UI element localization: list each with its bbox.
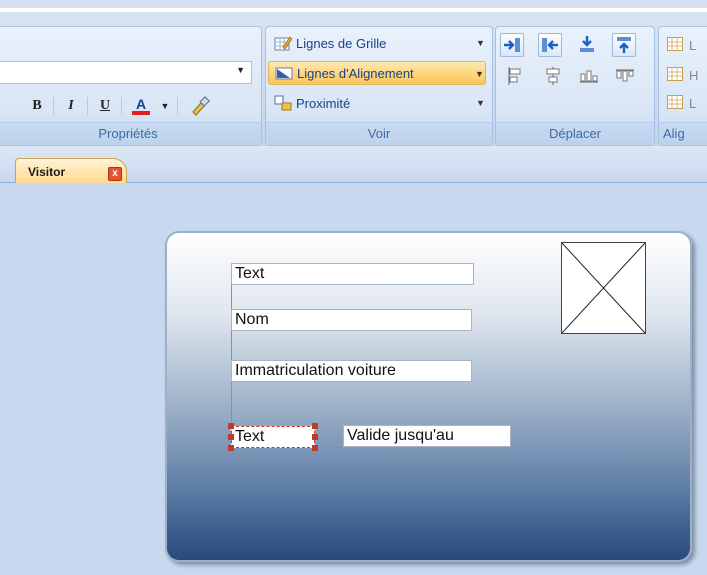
font-color-dropdown[interactable]: ▼ (157, 95, 173, 117)
tab-visitor-label: Visitor (28, 165, 66, 179)
ribbon-top-strip (0, 0, 707, 8)
format-painter-icon[interactable] (185, 95, 215, 117)
ribbon: ▼ B I U A ▼ Propriétés Lignes de Grille … (0, 0, 707, 147)
chevron-down-icon[interactable]: ▼ (236, 65, 245, 75)
chevron-down-icon[interactable]: ▼ (476, 38, 485, 48)
bold-button[interactable]: B (25, 95, 49, 117)
align-item-2[interactable]: H (667, 63, 698, 87)
table-icon (667, 95, 685, 111)
move-right-icon[interactable] (500, 33, 524, 57)
font-combo[interactable]: ▼ (0, 61, 252, 84)
license-plate-field[interactable]: Immatriculation voiture (231, 360, 472, 382)
align-item-3-label: L (689, 95, 697, 111)
image-placeholder-icon (561, 242, 646, 334)
text-field-top[interactable]: Text (231, 263, 474, 285)
distribute-bottom-icon[interactable] (578, 65, 600, 87)
font-color-button[interactable]: A (127, 95, 155, 117)
name-field[interactable]: Nom (231, 309, 472, 331)
alignment-lines-icon (275, 65, 293, 81)
group-label-properties: Propriétés (0, 122, 261, 145)
grid-lines-icon (274, 35, 293, 51)
italic-button[interactable]: I (59, 95, 83, 117)
separator (87, 97, 88, 115)
align-item-2-label: H (689, 67, 699, 83)
align-center-icon[interactable] (542, 65, 564, 87)
chevron-down-icon[interactable]: ▼ (476, 98, 485, 108)
selection-handle[interactable] (228, 423, 234, 429)
separator (121, 97, 122, 115)
proximity-label: Proximité (296, 95, 351, 111)
group-properties: ▼ B I U A ▼ Propriétés (0, 26, 262, 146)
photo-placeholder[interactable] (561, 242, 646, 334)
distribute-top-icon[interactable] (614, 65, 636, 87)
group-label-view: Voir (266, 122, 492, 145)
alignment-guide-horizontal (315, 447, 345, 448)
group-label-align: Alig (659, 122, 707, 145)
group-label-move: Déplacer (496, 122, 654, 145)
align-item-3[interactable]: L (667, 91, 696, 115)
font-color-letter: A (135, 96, 147, 112)
align-item-1-label: L (689, 37, 697, 53)
grid-lines-label: Lignes de Grille (296, 35, 387, 51)
tab-visitor[interactable]: Visitor x (15, 158, 127, 184)
chevron-down-icon[interactable]: ▼ (475, 69, 484, 79)
proximity-icon (274, 95, 292, 111)
separator (177, 97, 178, 115)
group-move: Déplacer (495, 26, 655, 146)
group-view: Lignes de Grille ▼ Lignes d'Alignement ▼… (265, 26, 493, 146)
move-down-icon[interactable] (576, 33, 598, 55)
alignment-lines-toggle[interactable]: Lignes d'Alignement ▼ (268, 61, 486, 85)
font-color-bar-icon (132, 111, 150, 115)
selection-handle[interactable] (312, 434, 318, 440)
separator (53, 97, 54, 115)
alignment-lines-label: Lignes d'Alignement (297, 65, 414, 81)
proximity-toggle[interactable]: Proximité ▼ (274, 91, 485, 115)
align-item-1[interactable]: L (667, 33, 696, 57)
move-left-icon[interactable] (538, 33, 562, 57)
move-up-icon[interactable] (612, 33, 636, 57)
selection-handle[interactable] (312, 423, 318, 429)
text-field-bottom[interactable]: Text (231, 426, 315, 448)
grid-lines-toggle[interactable]: Lignes de Grille ▼ (274, 31, 485, 55)
valid-until-field[interactable]: Valide jusqu'au (343, 425, 511, 447)
group-align: L H L Alig (658, 26, 707, 146)
underline-button[interactable]: U (93, 95, 117, 117)
selection-handle[interactable] (228, 434, 234, 440)
selection-handle[interactable] (228, 445, 234, 451)
align-left-edge-icon[interactable] (504, 65, 526, 87)
table-icon (667, 67, 685, 83)
close-icon[interactable]: x (108, 167, 122, 181)
selection-handle[interactable] (312, 445, 318, 451)
table-icon (667, 37, 685, 53)
